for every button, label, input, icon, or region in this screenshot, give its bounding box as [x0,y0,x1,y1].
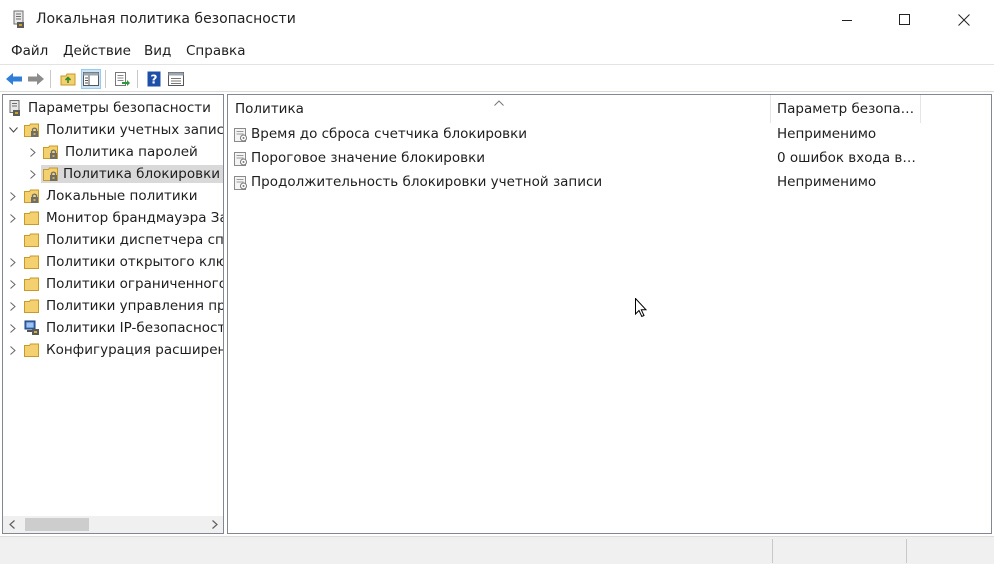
up-folder-icon [60,73,76,86]
locked-folder-icon [43,144,59,160]
chevron-right-icon[interactable] [7,343,19,357]
title-bar[interactable]: Локальная политика безопасности [0,0,994,40]
policy-value: 0 ошибок входа в систему [777,150,919,166]
tree-item-label: Политики IP-безопасности на "Локальный к… [46,320,224,336]
policy-value: Неприменимо [777,174,877,190]
tree-pane[interactable]: Параметры безопасности Политики учетных … [2,94,224,534]
folder-icon [24,276,40,292]
tree-item-advanced-audit-configuration[interactable]: Конфигурация расширенной политики аудита [3,339,224,361]
folder-icon [24,210,40,226]
menu-file[interactable]: Файл [11,43,48,59]
folder-icon [24,232,40,248]
chevron-right-icon[interactable] [27,167,39,181]
export-list-icon [115,72,130,86]
scroll-left-icon[interactable] [3,516,20,533]
svg-text:?: ? [151,73,158,87]
folder-icon [24,342,40,358]
tree-item-security-settings[interactable]: Параметры безопасности [3,97,223,119]
close-button[interactable] [935,0,993,40]
tree-item-account-policies[interactable]: Политики учетных записей [3,119,224,141]
toolbar: ? [0,64,994,92]
list-item[interactable]: Продолжительность блокировки учетной зап… [228,171,991,195]
tree-item-software-restriction-policies[interactable]: Политики ограниченного использования про… [3,273,224,295]
help-button[interactable]: ? [144,69,164,89]
minimize-icon [842,20,852,21]
tree-horizontal-scrollbar[interactable] [3,516,223,533]
policy-setting-icon [234,175,249,191]
chevron-right-icon[interactable] [27,145,39,159]
close-icon [958,14,970,26]
back-arrow-icon [6,73,22,85]
scroll-right-icon[interactable] [206,516,223,533]
tree-item-ip-security-policies[interactable]: Политики IP-безопасности на "Локальный к… [3,317,224,339]
policy-value: Неприменимо [777,126,877,142]
details-pane[interactable]: Политика Параметр безопасности Время до … [227,94,992,534]
forward-button[interactable] [26,69,46,89]
scrollbar-thumb[interactable] [25,518,89,531]
policy-name: Продолжительность блокировки учетной зап… [251,174,603,190]
list-item[interactable]: Пороговое значение блокировки 0 ошибок в… [228,147,991,171]
tree-item-label: Политика паролей [65,144,198,160]
chevron-right-icon[interactable] [7,277,19,291]
chevron-right-icon[interactable] [7,321,19,335]
tree-item-firewall-monitor[interactable]: Монитор брандмауэра Защитника Windows [3,207,223,229]
forward-arrow-icon [28,73,44,85]
policy-name: Пороговое значение блокировки [251,150,486,166]
chevron-right-icon[interactable] [7,189,19,203]
menu-bar: Файл Действие Вид Справка [0,40,994,64]
locked-folder-icon [43,166,59,182]
tree-item-label: Политики открытого ключа [46,254,224,270]
locked-folder-icon [24,188,40,204]
maximize-button[interactable] [876,0,934,40]
security-settings-icon [7,100,23,116]
tree-item-label: Политики управления приложениями [46,298,223,314]
properties-button[interactable] [166,69,186,89]
tree-item-application-control-policies[interactable]: Политики управления приложениями [3,295,223,317]
tree-item-label: Политика блокировки учетных записей [41,165,223,183]
up-folder-button[interactable] [58,69,78,89]
tree-item-label: Параметры безопасности [28,100,211,116]
chevron-right-icon[interactable] [7,299,19,313]
chevron-right-icon[interactable] [7,255,19,269]
tree-item-label: Монитор брандмауэра Защитника Windows [46,210,223,226]
minimize-button[interactable] [818,0,876,40]
tree-item-label: Политики учетных записей [46,122,224,138]
column-header-security-setting[interactable]: Параметр безопасности [770,95,920,123]
menu-help[interactable]: Справка [186,43,245,59]
menu-action[interactable]: Действие [63,43,131,59]
folder-icon [24,254,40,270]
policy-setting-icon [234,127,249,143]
properties-icon [168,72,184,86]
folder-icon [24,298,40,314]
tree-item-lockout-policy[interactable]: Политика блокировки учетных записей [3,163,223,185]
mouse-cursor-icon [635,297,648,322]
policy-name: Время до сброса счетчика блокировки [251,126,528,142]
tree-item-label: Политики диспетчера списка сетей [46,232,224,248]
locked-folder-icon [24,122,40,138]
tree-item-label: Локальные политики [46,188,198,204]
tree-item-local-policies[interactable]: Локальные политики [3,185,223,207]
list-header: Политика Параметр безопасности [228,95,991,123]
chevron-right-icon[interactable] [7,211,19,225]
tree-item-password-policy[interactable]: Политика паролей [3,141,223,163]
back-button[interactable] [4,69,24,89]
column-header-policy[interactable]: Политика [228,95,770,123]
status-bar [0,536,994,564]
tree-item-label: Конфигурация расширенной политики аудита [46,342,224,358]
ip-security-icon [24,320,40,336]
tree-item-label: Политики ограниченного использования про… [46,276,224,292]
window-title: Локальная политика безопасности [36,11,296,27]
security-policy-icon [11,10,27,30]
list-item[interactable]: Время до сброса счетчика блокировки Непр… [228,123,991,147]
chevron-down-icon[interactable] [7,123,19,137]
maximize-icon [899,14,910,25]
show-hide-tree-button[interactable] [81,69,101,89]
tree-item-public-key-policies[interactable]: Политики открытого ключа [3,251,224,273]
show-hide-tree-icon [83,72,99,86]
export-list-button[interactable] [112,69,132,89]
menu-view[interactable]: Вид [144,43,171,59]
policy-setting-icon [234,151,249,167]
tree-item-network-list-policies[interactable]: Политики диспетчера списка сетей [3,229,224,251]
help-icon: ? [147,71,161,87]
